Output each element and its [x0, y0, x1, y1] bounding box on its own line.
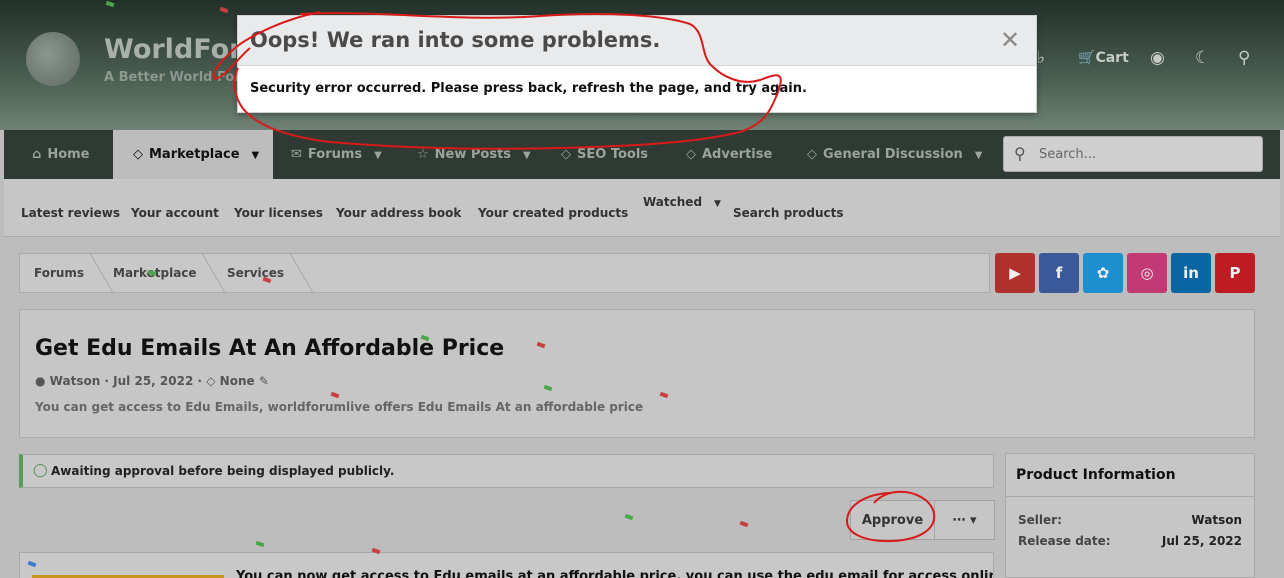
facebook-icon: f — [1055, 264, 1063, 282]
home-icon: ⌂ — [32, 147, 42, 162]
subnav-address-book[interactable]: Your address book — [336, 206, 461, 220]
confetti — [255, 540, 265, 548]
globe-logo-icon[interactable] — [26, 32, 80, 86]
error-dialog-header: Oops! We ran into some problems. ✕ — [238, 16, 1036, 66]
pinterest-button[interactable]: P — [1215, 253, 1255, 293]
product-body: You can now get access to Edu emails at … — [19, 552, 994, 578]
search-icon[interactable]: ⚲ — [1238, 48, 1250, 68]
product-header: Get Edu Emails At An Affordable Price ● … — [19, 309, 1255, 438]
pinterest-icon: P — [1229, 264, 1241, 282]
error-dialog-title: Oops! We ran into some problems. — [250, 28, 661, 52]
release-date-label: Release date: — [1018, 534, 1111, 548]
divider — [1006, 496, 1254, 497]
approval-notice: ◯ Awaiting approval before being display… — [19, 454, 994, 488]
nav-advertise[interactable]: ◇ Advertise — [686, 130, 772, 179]
moon-icon[interactable]: ☾ — [1195, 48, 1210, 68]
post-date[interactable]: Jul 25, 2022 — [113, 374, 193, 388]
twitter-icon: ✿ — [1096, 264, 1110, 282]
tag-icon: ◇ — [686, 147, 696, 162]
error-dialog: Oops! We ran into some problems. ✕ Secur… — [237, 15, 1037, 113]
nav-new-posts[interactable]: ☆ New Posts ▼ — [417, 130, 531, 179]
nav-marketplace[interactable]: ◇ Marketplace ▼ — [113, 130, 274, 179]
tag-icon: ◇ — [561, 147, 571, 162]
tag-value: None — [219, 374, 255, 388]
search-box[interactable]: ⚲ — [1003, 136, 1263, 172]
breadcrumb-services[interactable]: Services — [227, 266, 284, 280]
nav-general-discussion[interactable]: ◇ General Discussion ▼ — [807, 130, 983, 179]
product-meta: ● Watson · Jul 25, 2022 · ◇ None ✎ — [35, 374, 269, 388]
bell-icon[interactable]: ♭ — [1037, 48, 1045, 68]
product-info-panel: Product Information Seller: Watson Relea… — [1005, 453, 1255, 578]
approval-notice-text: Awaiting approval before being displayed… — [51, 464, 395, 478]
subnav-created-products[interactable]: Your created products — [478, 206, 628, 220]
tags-icon: ◇ — [206, 374, 216, 388]
user-icon: ● — [35, 374, 46, 388]
twitter-button[interactable]: ✿ — [1083, 253, 1123, 293]
subnav-latest-reviews[interactable]: Latest reviews — [21, 206, 120, 220]
linkedin-button[interactable]: in — [1171, 253, 1211, 293]
product-body-text: You can now get access to Edu emails at … — [236, 569, 994, 578]
toggle-icon[interactable]: ◉ — [1150, 48, 1165, 68]
subnav-watched[interactable]: Watched ▼ — [643, 195, 721, 209]
breadcrumb-forums[interactable]: Forums — [34, 266, 84, 280]
cart-icon: 🛒 — [1078, 50, 1096, 66]
subnav-search-products[interactable]: Search products — [733, 206, 844, 220]
chevron-down-icon[interactable]: ▼ — [252, 150, 260, 161]
chat-icon: ✉ — [291, 147, 302, 162]
pencil-icon[interactable]: ✎ — [259, 374, 269, 388]
youtube-icon: ▶ — [1009, 264, 1021, 282]
nav-forums[interactable]: ✉ Forums ▼ — [291, 130, 382, 179]
chevron-down-icon[interactable]: ▼ — [975, 150, 983, 161]
nav-home[interactable]: ⌂ Home — [32, 130, 90, 179]
cart-label: Cart — [1095, 50, 1129, 66]
linkedin-icon: in — [1183, 264, 1199, 282]
approve-button[interactable]: Approve — [850, 500, 935, 540]
confetti — [624, 513, 634, 521]
search-icon: ⚲ — [1014, 144, 1026, 163]
page-title: Get Edu Emails At An Affordable Price — [35, 336, 505, 361]
product-description: You can get access to Edu Emails, worldf… — [35, 400, 644, 414]
tag-icon: ◇ — [133, 147, 143, 162]
subnav-your-account[interactable]: Your account — [131, 206, 219, 220]
release-date-value: Jul 25, 2022 — [1161, 534, 1242, 548]
cart-link[interactable]: 🛒Cart — [1078, 50, 1129, 66]
search-input[interactable] — [1039, 144, 1249, 164]
facebook-button[interactable]: f — [1039, 253, 1079, 293]
youtube-button[interactable]: ▶ — [995, 253, 1035, 293]
more-options-button[interactable]: ⋯ ▾ — [934, 500, 995, 540]
sub-nav: Latest reviews Your account Your license… — [4, 179, 1280, 237]
breadcrumb: Forums Marketplace Services — [19, 253, 990, 293]
error-dialog-message: Security error occurred. Please press ba… — [250, 81, 807, 96]
chevron-down-icon[interactable]: ▼ — [714, 199, 721, 209]
shield-icon: ◯ — [33, 463, 48, 478]
seller-label: Seller: — [1018, 513, 1062, 527]
star-icon: ☆ — [417, 147, 429, 162]
site-tagline: A Better World For — [104, 70, 241, 85]
product-info-title: Product Information — [1016, 467, 1176, 483]
seller-value[interactable]: Watson — [1191, 513, 1242, 527]
author-link[interactable]: Watson — [50, 374, 101, 388]
instagram-icon: ◎ — [1140, 264, 1154, 282]
instagram-button[interactable]: ◎ — [1127, 253, 1167, 293]
tag-icon: ◇ — [807, 147, 817, 162]
chevron-down-icon[interactable]: ▼ — [523, 150, 531, 161]
subnav-your-licenses[interactable]: Your licenses — [234, 206, 323, 220]
close-icon[interactable]: ✕ — [996, 26, 1024, 54]
confetti — [739, 520, 749, 528]
chevron-down-icon[interactable]: ▼ — [374, 150, 382, 161]
nav-seo-tools[interactable]: ◇ SEO Tools — [561, 130, 648, 179]
